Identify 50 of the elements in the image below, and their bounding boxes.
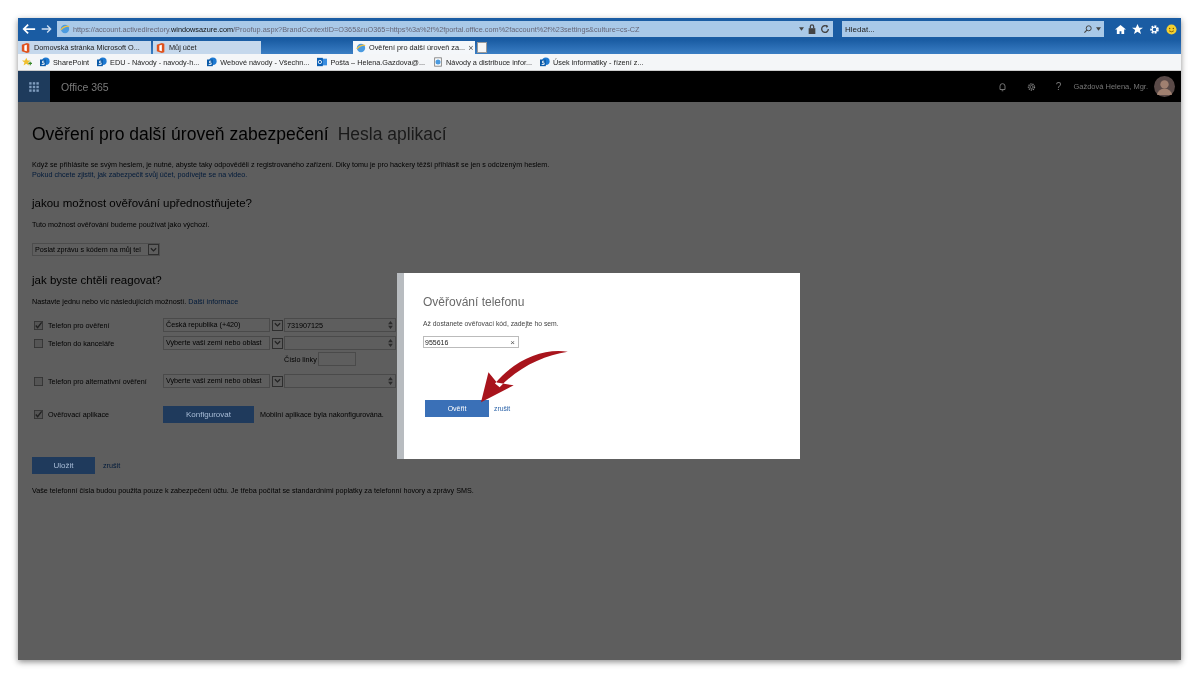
chevron-icon[interactable]	[274, 340, 281, 346]
new-tab-button[interactable]	[477, 42, 487, 53]
phone-number-field[interactable]	[284, 374, 396, 388]
chevron-icon[interactable]	[274, 322, 281, 328]
waffle-icon	[28, 80, 40, 93]
phone-number-field[interactable]	[284, 336, 396, 350]
search-box[interactable]: Hledat...	[842, 21, 1104, 37]
sharepoint-icon	[97, 57, 108, 67]
page-icon	[60, 24, 70, 34]
home-icon[interactable]	[1115, 23, 1126, 35]
search-field[interactable]: Hledat...	[845, 24, 1080, 34]
close-tab-button[interactable]: ×	[468, 42, 474, 53]
chevron-icon[interactable]	[274, 378, 281, 384]
forward-icon[interactable]	[41, 23, 52, 35]
avatar-icon[interactable]	[1154, 76, 1175, 97]
section-heading: jakou možnost ověřování upřednostňujete?	[32, 197, 253, 209]
chevron-icon	[150, 246, 157, 253]
spinner-icon[interactable]	[388, 321, 393, 329]
sharepoint-icon	[540, 57, 551, 67]
page-title: Ověření pro další úroveň zabezpečení	[32, 124, 329, 145]
page-icon	[356, 42, 366, 53]
favorites-star-icon[interactable]	[22, 57, 32, 67]
clear-button[interactable]: ×	[510, 337, 515, 347]
caret-icon[interactable]	[799, 27, 804, 31]
settings-icon[interactable]	[1026, 81, 1036, 92]
search-icon[interactable]	[1083, 24, 1093, 34]
help-button[interactable]: ?	[1055, 81, 1062, 92]
lock-icon	[807, 24, 817, 34]
star-icon[interactable]	[1132, 23, 1143, 35]
checkbox[interactable]	[34, 376, 43, 386]
mail-icon	[317, 57, 328, 67]
save-button[interactable]: Uložit	[32, 457, 95, 474]
sharepoint-icon	[40, 57, 50, 67]
app-name[interactable]: Office 365	[61, 80, 109, 93]
sharepoint-icon	[207, 57, 218, 67]
app-launcher-button[interactable]	[18, 71, 50, 102]
caret-icon[interactable]	[1096, 27, 1101, 31]
checkbox[interactable]	[34, 338, 43, 348]
checkbox[interactable]	[34, 320, 43, 330]
page-icon	[433, 57, 444, 67]
dialog-title: Ověřování telefonu	[423, 295, 526, 309]
configure-button[interactable]: Konfigurovat	[163, 406, 254, 423]
spinner-icon[interactable]	[388, 377, 393, 385]
bell-icon[interactable]	[997, 81, 1007, 92]
smiley-icon[interactable]	[1166, 23, 1177, 35]
back-icon[interactable]	[22, 23, 36, 35]
checkbox[interactable]	[34, 410, 43, 419]
section-heading: jak byste chtěli reagovat?	[32, 274, 163, 286]
refresh-icon[interactable]	[820, 24, 830, 34]
spinner-icon[interactable]	[388, 339, 393, 347]
